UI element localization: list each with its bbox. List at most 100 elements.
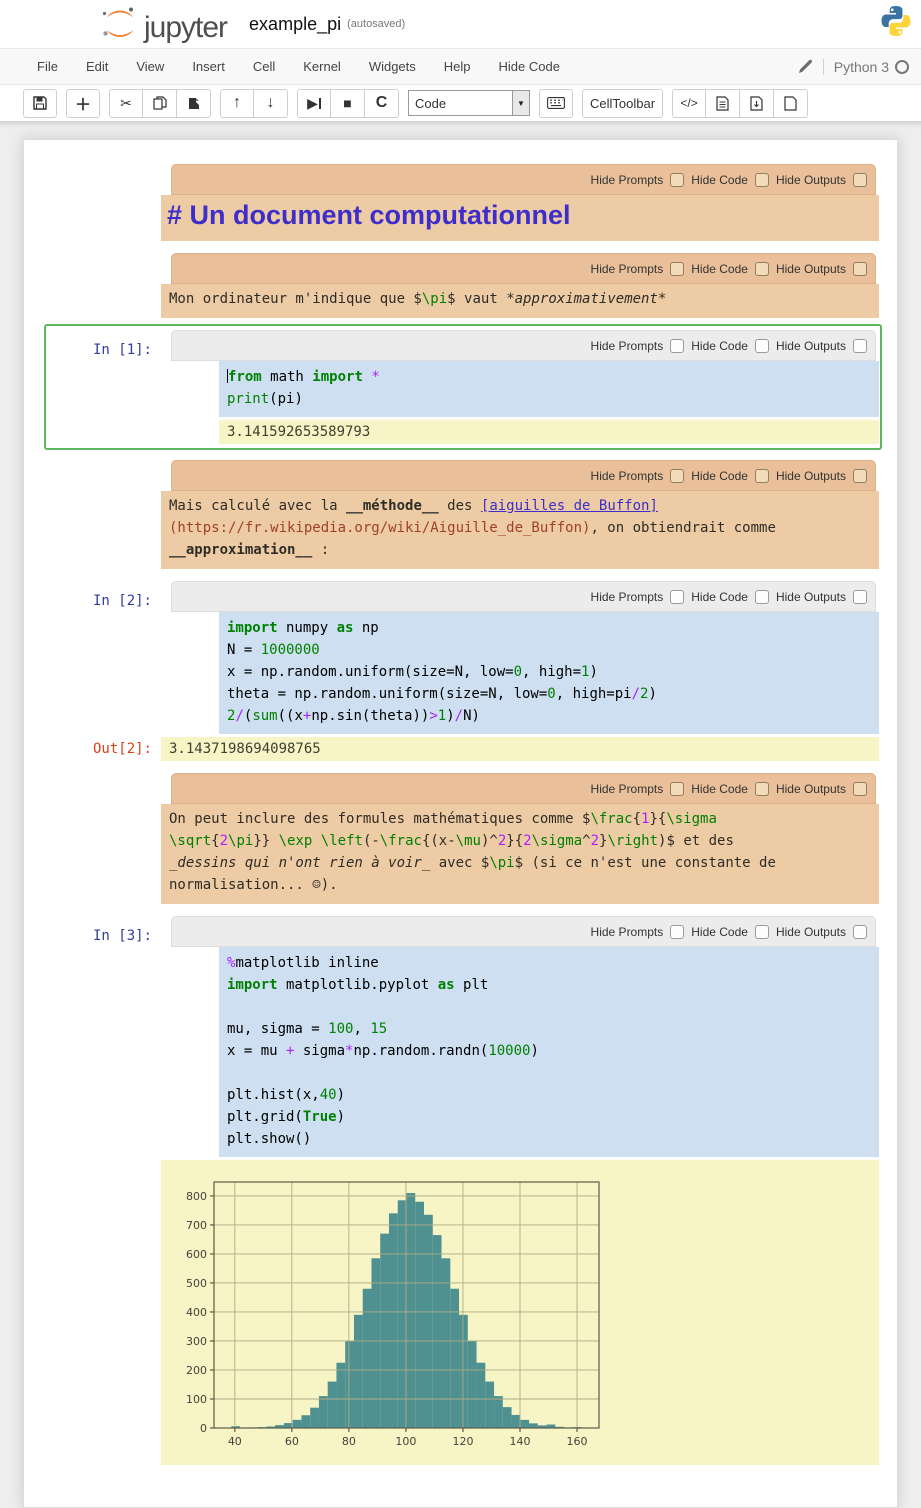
menu-item-widgets[interactable]: Widgets (355, 51, 430, 82)
hide-outputs-checkbox[interactable] (853, 590, 867, 604)
interrupt-kernel-button[interactable]: ■ (331, 89, 365, 118)
cell-output-row: 3.141592653589793 (24, 420, 879, 444)
cell-output-row: 4060801001201401600100200300400500600700… (24, 1160, 879, 1465)
hide-prompts-checkbox[interactable] (670, 262, 684, 276)
text-token: import (312, 369, 363, 385)
code-line: 2/(sum((x+np.sin(theta))>1)/N) (227, 705, 871, 727)
text-token: import (227, 977, 278, 993)
hide-outputs-checkbox[interactable] (853, 925, 867, 939)
hide-prompts-checkbox[interactable] (670, 339, 684, 353)
hide-code-checkbox[interactable] (755, 339, 769, 353)
plus-icon: ＋ (75, 91, 91, 115)
hide-prompts-checkbox[interactable] (670, 469, 684, 483)
text-token: * (371, 369, 379, 385)
copy-cell-button[interactable] (143, 89, 177, 118)
menu-item-edit[interactable]: Edit (72, 51, 122, 82)
text-token: import (227, 620, 278, 636)
paste-cell-button[interactable] (177, 89, 211, 118)
menu-item-kernel[interactable]: Kernel (289, 51, 355, 82)
text-token: plt.grid( (227, 1109, 303, 1125)
cell-controls-band: Hide PromptsHide CodeHide Outputs (171, 581, 876, 612)
celltoolbar-button[interactable]: CellToolbar (582, 89, 663, 118)
markdown-source[interactable]: On peut inclure des formules mathématiqu… (161, 804, 879, 904)
code-editor[interactable]: %matplotlib inline import matplotlib.pypl… (219, 947, 879, 1157)
hide-code-checkbox[interactable] (755, 590, 769, 604)
text-token: ) (337, 1109, 345, 1125)
command-palette-button[interactable] (539, 89, 573, 118)
save-icon (33, 96, 47, 110)
menu-item-help[interactable]: Help (430, 51, 485, 82)
text-token: math (262, 369, 313, 385)
hide-code-checkbox[interactable] (755, 469, 769, 483)
text-token: { (633, 811, 641, 827)
hide-code-label: Hide Code (691, 590, 748, 604)
menu-item-view[interactable]: View (122, 51, 178, 82)
hide-outputs-checkbox[interactable] (853, 339, 867, 353)
code-line: import numpy as np (227, 617, 871, 639)
restart-kernel-button[interactable]: C (365, 89, 399, 118)
menu-item-insert[interactable]: Insert (178, 51, 239, 82)
hide-outputs-label: Hide Outputs (776, 262, 846, 276)
hide-outputs-checkbox[interactable] (853, 173, 867, 187)
hide-code-checkbox[interactable] (755, 925, 769, 939)
menu-item-hide-code[interactable]: Hide Code (485, 51, 574, 82)
save-button[interactable] (23, 89, 57, 118)
markdown-line: \sqrt{2\pi}} \exp \left(-\frac{(x-\mu)^2… (169, 831, 869, 853)
text-token (312, 833, 320, 849)
markdown-source[interactable]: # Un document computationnel (161, 195, 879, 241)
cell-controls-band: Hide PromptsHide CodeHide Outputs (171, 773, 876, 804)
cell-main-area: Hide PromptsHide CodeHide OutputsMon ord… (161, 253, 879, 318)
input-prompt (24, 773, 161, 904)
text-token: sum (252, 708, 277, 724)
toggle-code-view-button[interactable]: </> (672, 89, 706, 118)
text-token: 2 (591, 833, 599, 849)
text-token: x = mu (227, 1043, 286, 1059)
hide-prompts-label: Hide Prompts (591, 469, 664, 483)
hide-code-checkbox[interactable] (755, 782, 769, 796)
markdown-cell: Hide PromptsHide CodeHide Outputs On peut… (24, 773, 879, 904)
cell-input-row: Hide PromptsHide CodeHide OutputsMais ca… (24, 460, 879, 569)
export-pdf-button[interactable] (740, 89, 774, 118)
stop-icon: ■ (343, 95, 351, 111)
hide-prompts-checkbox[interactable] (670, 782, 684, 796)
move-cell-down-button[interactable]: ↓ (254, 89, 288, 118)
notebook-title[interactable]: example_pi (249, 14, 341, 35)
jupyter-logo-icon (100, 5, 140, 43)
svg-text:100: 100 (186, 1393, 207, 1406)
cut-cell-button[interactable]: ✂ (109, 89, 143, 118)
text-token: matplotlib inline (235, 955, 378, 971)
code-editor[interactable]: from math import *print(pi) (219, 361, 879, 417)
run-cell-button[interactable]: ▶ (297, 89, 331, 118)
hide-outputs-checkbox[interactable] (853, 469, 867, 483)
code-line: %matplotlib inline (227, 952, 871, 974)
blank-file-button[interactable] (774, 89, 808, 118)
text-token: True (303, 1109, 337, 1125)
text-token: __approximation__ (169, 542, 312, 558)
markdown-source[interactable]: Mais calculé avec la __méthode__ des [ai… (161, 491, 879, 569)
kernel-name: Python 3 (834, 59, 889, 75)
hide-code-checkbox[interactable] (755, 262, 769, 276)
markdown-line: On peut inclure des formules mathématiqu… (169, 809, 869, 831)
hide-outputs-checkbox[interactable] (853, 782, 867, 796)
hide-code-checkbox[interactable] (755, 173, 769, 187)
text-token: : (312, 542, 329, 558)
hide-prompts-checkbox[interactable] (670, 590, 684, 604)
move-cell-up-button[interactable]: ↑ (220, 89, 254, 118)
code-editor[interactable]: import numpy as npN = 1000000x = np.rand… (219, 612, 879, 734)
add-cell-button[interactable]: ＋ (66, 89, 100, 118)
text-token: matplotlib.pyplot (278, 977, 438, 993)
hide-outputs-checkbox[interactable] (853, 262, 867, 276)
menu-item-file[interactable]: File (23, 51, 72, 82)
text-token: 10000 (488, 1043, 530, 1059)
markdown-source[interactable]: Mon ordinateur m'indique que $\pi$ vaut … (161, 284, 879, 318)
menu-item-cell[interactable]: Cell (239, 51, 289, 82)
cell-output-row: Out[2]:3.1437198694098765 (24, 737, 879, 761)
input-prompt (24, 460, 161, 569)
text-token: ) (648, 686, 656, 702)
hide-code-label: Hide Code (691, 782, 748, 796)
jupyter-logo[interactable]: jupyter (100, 5, 227, 43)
hide-prompts-checkbox[interactable] (670, 925, 684, 939)
hide-prompts-checkbox[interactable] (670, 173, 684, 187)
notebook-file-button[interactable] (706, 89, 740, 118)
cell-type-dropdown[interactable]: Code ▼ (408, 90, 530, 116)
